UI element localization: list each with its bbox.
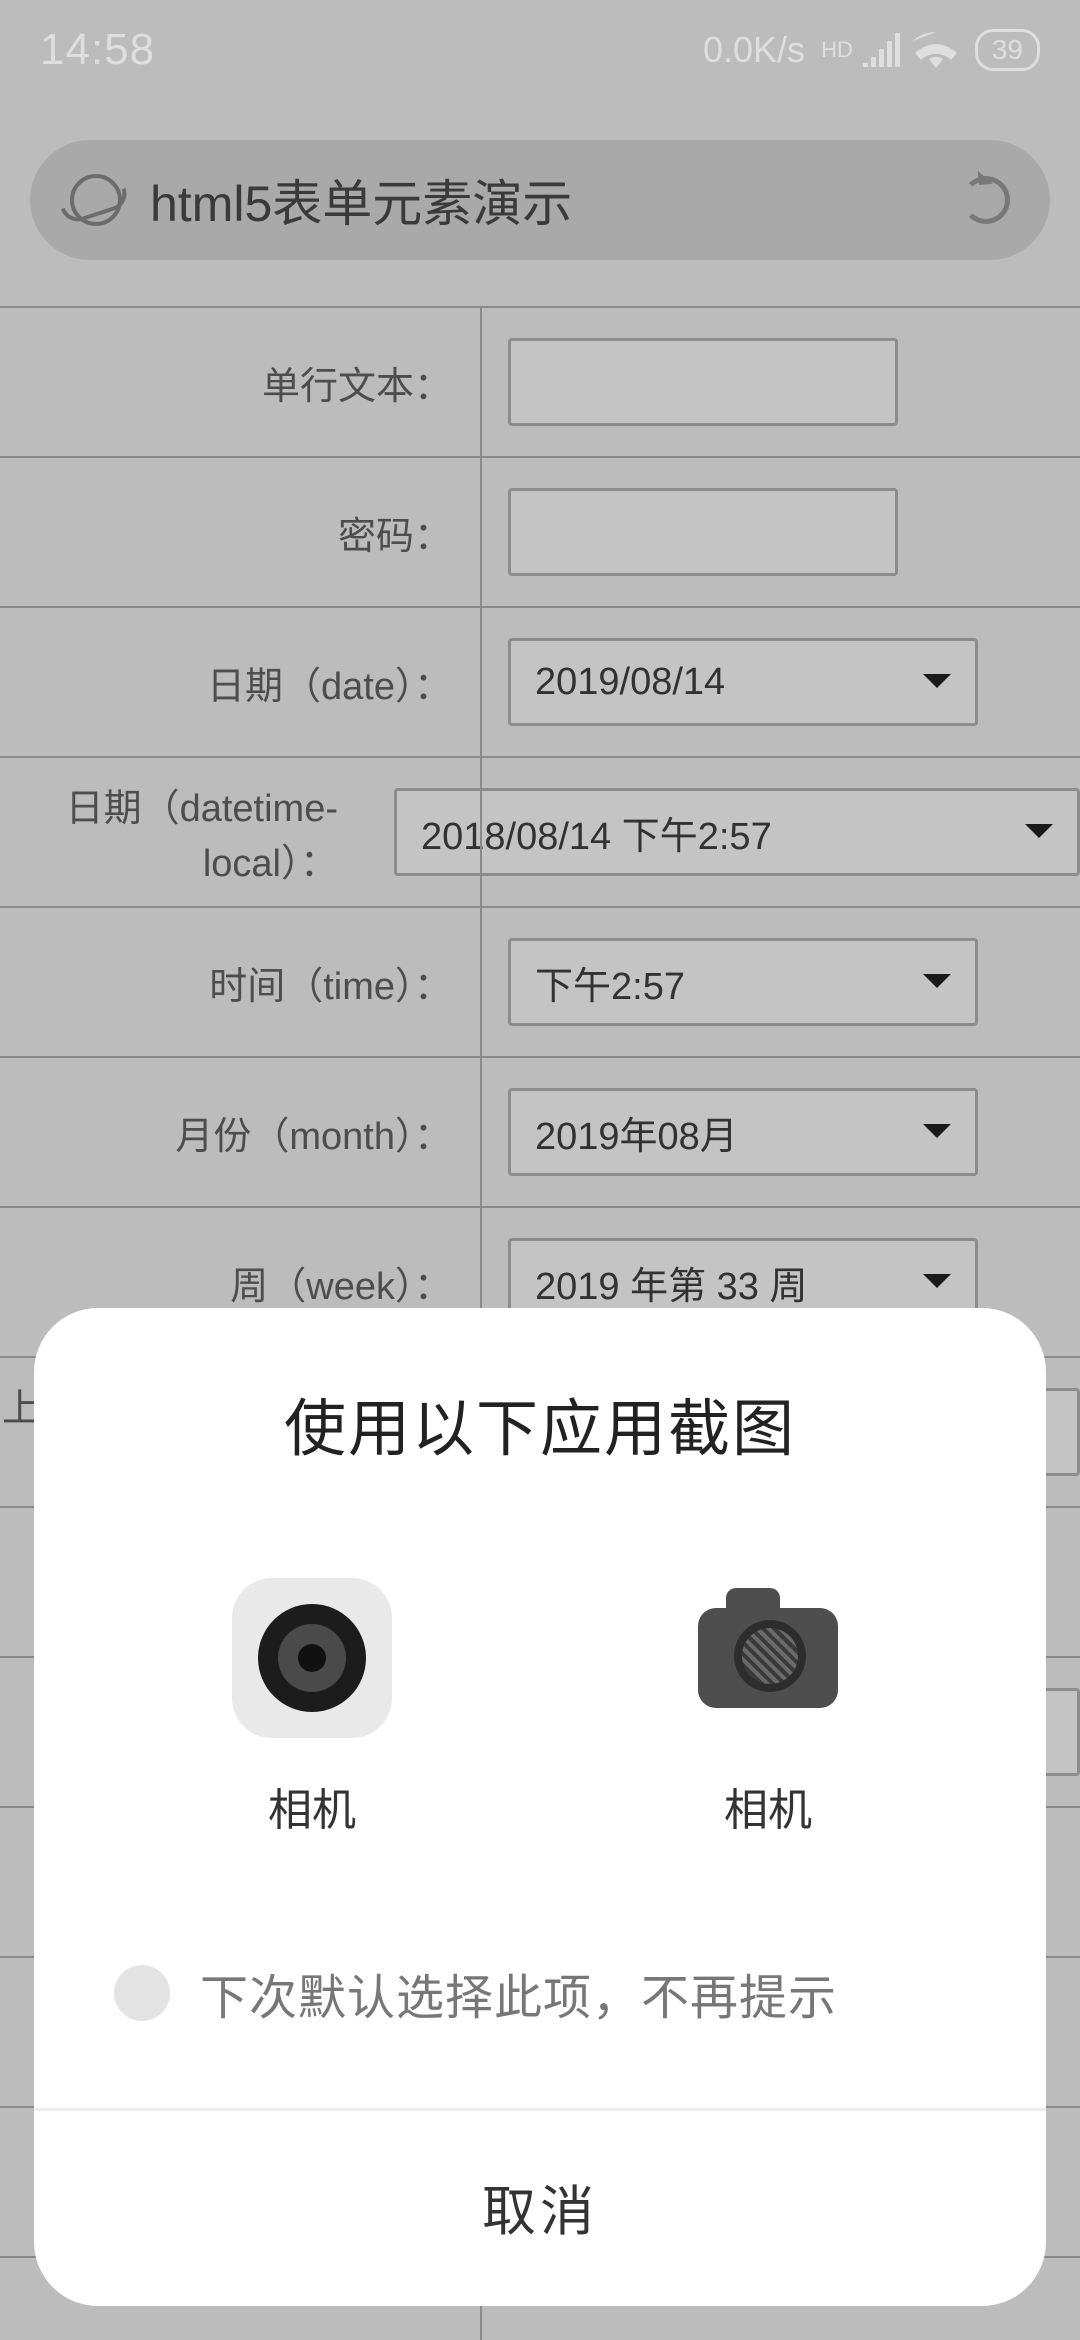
app-option-camera-2[interactable]: 相机	[688, 1578, 848, 1838]
remember-text: 下次默认选择此项，不再提示	[200, 1958, 837, 2028]
cancel-button[interactable]: 取消	[84, 2111, 996, 2306]
modal-overlay[interactable]: 使用以下应用截图 相机 相机 下次默认选择此项，不再提示	[0, 0, 1080, 2340]
camera-lens-icon	[232, 1578, 392, 1738]
radio-unchecked-icon[interactable]	[114, 1965, 170, 2021]
app-label: 相机	[724, 1774, 812, 1838]
app-chooser-sheet: 使用以下应用截图 相机 相机 下次默认选择此项，不再提示	[34, 1308, 1046, 2306]
camera-icon	[688, 1578, 848, 1738]
apps-row: 相机 相机	[84, 1578, 996, 1838]
app-option-camera-1[interactable]: 相机	[232, 1578, 392, 1838]
sheet-title: 使用以下应用截图	[284, 1378, 796, 1468]
app-label: 相机	[268, 1774, 356, 1838]
remember-row[interactable]: 下次默认选择此项，不再提示	[84, 1958, 996, 2028]
